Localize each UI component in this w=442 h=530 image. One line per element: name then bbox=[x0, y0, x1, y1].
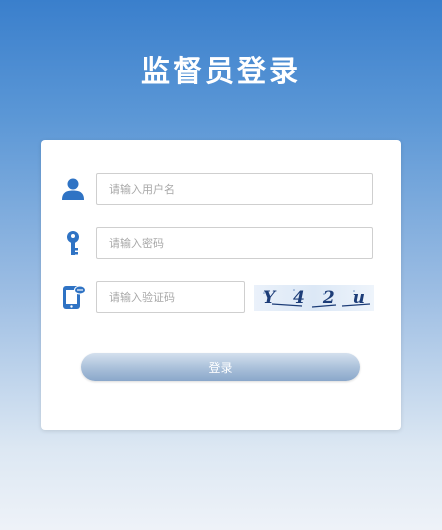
page-title: 监督员登录 bbox=[140, 54, 301, 88]
phone-verify-icon bbox=[63, 285, 86, 309]
captcha-char: u bbox=[352, 288, 365, 308]
captcha-input[interactable] bbox=[96, 281, 245, 313]
username-input[interactable] bbox=[96, 173, 373, 205]
login-card: Y 4 2 u 登录 bbox=[41, 140, 401, 430]
user-icon bbox=[62, 178, 84, 200]
captcha-char: Y bbox=[262, 288, 276, 308]
captcha-row: Y 4 2 u bbox=[41, 281, 401, 313]
captcha-char: 4 bbox=[293, 288, 305, 308]
login-button[interactable]: 登录 bbox=[81, 353, 360, 381]
captcha-text: Y 4 2 u bbox=[254, 285, 374, 311]
captcha-char: 2 bbox=[322, 288, 335, 308]
password-row bbox=[41, 227, 401, 259]
captcha-image[interactable]: Y 4 2 u bbox=[254, 285, 374, 311]
password-input[interactable] bbox=[96, 227, 373, 259]
username-row bbox=[41, 173, 401, 205]
key-icon bbox=[67, 231, 79, 255]
